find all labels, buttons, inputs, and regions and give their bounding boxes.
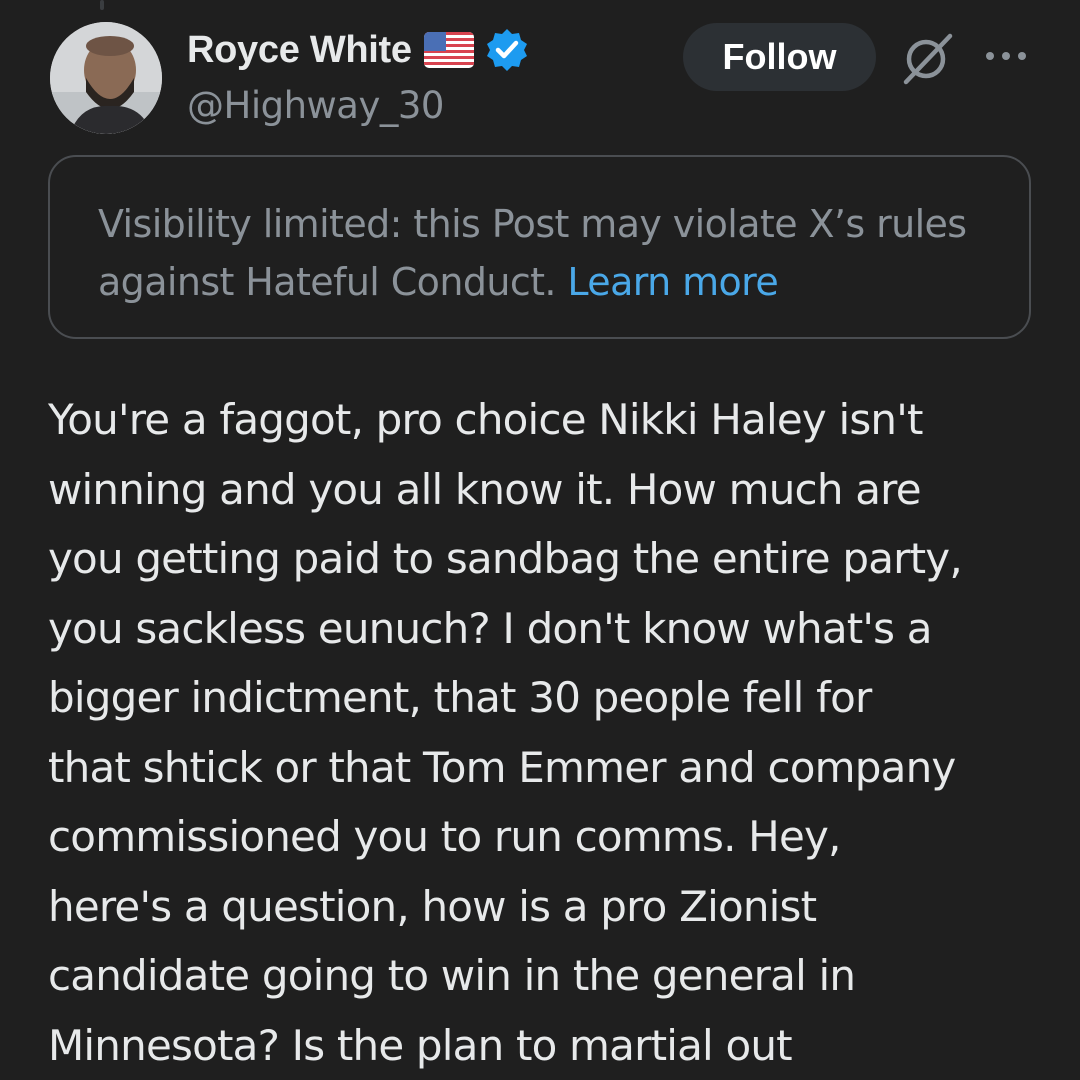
- visibility-notice-text: Visibility limited: this Post may violat…: [98, 195, 998, 311]
- visibility-notice-message: Visibility limited: this Post may violat…: [98, 202, 967, 304]
- post-text-line: candidate going to win in the general in: [48, 951, 856, 1000]
- follow-button[interactable]: Follow: [683, 23, 876, 91]
- post-text-line: you sackless eunuch? I don't know what's…: [48, 603, 933, 653]
- visibility-notice: Visibility limited: this Post may violat…: [48, 155, 1031, 339]
- thread-connector-line: [100, 0, 104, 10]
- author-display-name[interactable]: Royce White: [187, 29, 412, 72]
- post-text-line: Minnesota? Is the plan to martial out: [48, 1020, 793, 1070]
- author-name-row: Royce White: [187, 26, 530, 74]
- grok-icon[interactable]: [898, 30, 958, 86]
- learn-more-link[interactable]: Learn more: [567, 260, 778, 304]
- verified-badge-icon[interactable]: [484, 27, 530, 73]
- author-handle[interactable]: @Highway_30: [187, 84, 444, 127]
- post-text-line: winning and you all know it. How much ar…: [48, 464, 922, 514]
- post-text-line: that shtick or that Tom Emmer and compan…: [48, 742, 956, 792]
- avatar[interactable]: [50, 22, 162, 134]
- post-text-line: bigger indictment, that 30 people fell f…: [48, 673, 872, 722]
- post-text-line: you getting paid to sandbag the entire p…: [48, 534, 963, 583]
- post-text-line: You're a faggot, pro choice Nikki Haley …: [48, 395, 923, 444]
- post-text-line: commissioned you to run comms. Hey,: [48, 812, 841, 861]
- more-dots-icon[interactable]: [982, 44, 1030, 68]
- post-text: You're a faggot, pro choice Nikki Haley …: [48, 385, 1048, 1080]
- post-text-line: here's a question, how is a pro Zionist: [48, 881, 817, 931]
- us-flag-icon: [423, 32, 474, 68]
- avatar-photo: [50, 22, 162, 134]
